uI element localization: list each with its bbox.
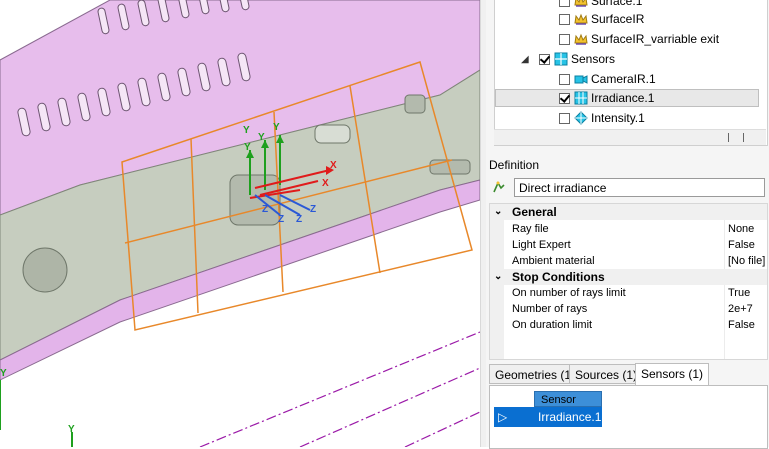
sensors-folder-icon xyxy=(554,52,568,66)
tree-item-label: SurfaceIR xyxy=(591,12,645,26)
property-value[interactable]: True xyxy=(728,285,750,301)
row-label: Irradiance.1 xyxy=(538,410,602,424)
axis-label-x: X xyxy=(322,178,329,189)
device-button xyxy=(404,94,426,114)
tree-item-intensity-1[interactable]: Intensity.1 xyxy=(559,109,645,127)
tree-item-surfaceir[interactable]: SurfaceIR xyxy=(559,10,644,28)
property-name: On duration limit xyxy=(512,319,593,331)
axis-label-x: X xyxy=(330,160,337,171)
axis-label-y: Y xyxy=(68,424,75,435)
property-value[interactable]: [No file] xyxy=(728,253,765,269)
property-name: Ray file xyxy=(512,223,549,235)
tree-item-label: SurfaceIR_varriable exit xyxy=(591,32,720,46)
property-row[interactable]: Light Expert False xyxy=(490,237,767,253)
category-label: Stop Conditions xyxy=(512,270,605,284)
tab-sensors[interactable]: Sensors (1) xyxy=(635,363,710,385)
tree-checkbox[interactable] xyxy=(559,112,570,124)
property-value[interactable]: False xyxy=(728,317,755,333)
table-row[interactable]: ▷ Irradiance.1 xyxy=(494,407,602,427)
axis-label-z: Z xyxy=(296,214,302,225)
axis-label-y: Y xyxy=(0,368,7,379)
device-button xyxy=(314,124,351,144)
sensor-table[interactable]: Sensor ▷ Irradiance.1 xyxy=(489,385,768,449)
camera-icon xyxy=(574,75,588,84)
axis-label-y: Y xyxy=(243,125,250,136)
right-panel: Surface.1 SurfaceIR SurfaceIR_varriable … xyxy=(486,0,769,449)
axis-label-y: Y xyxy=(273,122,280,133)
property-name: Ambient material xyxy=(512,255,595,267)
property-value[interactable]: 2e+7 xyxy=(728,301,753,317)
tree-checkbox[interactable] xyxy=(559,0,570,7)
definition-row: Direct irradiance xyxy=(489,178,766,199)
tree-checkbox[interactable] xyxy=(559,73,570,85)
category-label: General xyxy=(512,205,557,219)
property-row[interactable]: Number of rays 2e+7 xyxy=(490,301,767,317)
ground-line xyxy=(299,367,480,447)
tab-sources[interactable]: Sources (1) xyxy=(569,364,644,384)
axis-label-z: Z xyxy=(262,204,268,215)
ground-line xyxy=(404,411,480,447)
tree-horizontal-scrollbar[interactable] xyxy=(494,129,766,145)
tree-item-label: CameraIR.1 xyxy=(591,72,656,86)
3d-viewport[interactable]: Y Y Y Y X X Z Z Z Z Y Y xyxy=(0,0,480,447)
property-row[interactable]: Ambient material [No file] xyxy=(490,253,767,269)
tree-checkbox[interactable] xyxy=(559,13,570,25)
tree-item-irradiance-1[interactable]: Irradiance.1 xyxy=(495,89,759,107)
tab-geometries[interactable]: Geometries (1) xyxy=(489,364,582,384)
definition-title: Definition xyxy=(489,158,540,172)
collapse-arrow-icon[interactable]: ◢ xyxy=(521,55,531,65)
row-pointer-icon: ▷ xyxy=(498,410,508,424)
property-row[interactable]: On duration limit False xyxy=(490,317,767,333)
tree-item-label: Surface.1 xyxy=(591,0,643,8)
collapse-chevron-icon[interactable]: ⌄ xyxy=(494,269,502,285)
scene-tree[interactable]: Surface.1 SurfaceIR SurfaceIR_varriable … xyxy=(494,0,768,146)
property-value[interactable]: False xyxy=(728,237,755,253)
definition-field[interactable]: Direct irradiance xyxy=(514,178,765,197)
axis-label-z: Z xyxy=(278,214,284,225)
intensity-sensor-icon xyxy=(574,111,588,125)
property-row[interactable]: Ray file None xyxy=(490,221,767,237)
definition-icon xyxy=(493,181,505,193)
property-value[interactable]: None xyxy=(728,221,754,237)
tree-checkbox[interactable] xyxy=(539,53,550,65)
property-row[interactable]: On number of rays limit True xyxy=(490,285,767,301)
axis-label-z: Z xyxy=(310,204,316,215)
tree-item-surface-1[interactable]: Surface.1 xyxy=(559,0,642,10)
crown-surface-icon xyxy=(574,13,588,25)
device-lens xyxy=(22,247,68,293)
tree-item-surfaceir-varriable-exit[interactable]: SurfaceIR_varriable exit xyxy=(559,30,719,48)
collapse-chevron-icon[interactable]: ⌄ xyxy=(494,204,502,220)
tree-item-label: Intensity.1 xyxy=(591,111,645,125)
category-stop-conditions[interactable]: ⌄ Stop Conditions xyxy=(490,269,767,285)
tree-item-camerair-1[interactable]: CameraIR.1 xyxy=(559,70,656,88)
tree-item-sensors[interactable]: Sensors xyxy=(539,50,615,68)
property-grid[interactable]: ⌄ General Ray file None Light Expert False… xyxy=(489,203,768,360)
crown-surface-icon xyxy=(574,0,588,7)
viewport-scene: Y Y Y Y X X Z Z Z Z Y Y xyxy=(0,0,480,447)
column-header-sensor[interactable]: Sensor xyxy=(534,391,602,407)
property-name: Number of rays xyxy=(512,303,588,315)
tree-checkbox[interactable] xyxy=(559,33,570,45)
property-name: Light Expert xyxy=(512,239,571,251)
tree-item-label: Irradiance.1 xyxy=(591,91,655,105)
tree-item-label: Sensors xyxy=(571,52,616,66)
tree-checkbox[interactable] xyxy=(559,92,570,104)
bottom-tabs: Geometries (1) Sources (1) Sensors (1) xyxy=(489,363,766,385)
property-name: On number of rays limit xyxy=(512,287,626,299)
axis-label-y: Y xyxy=(258,132,265,143)
scrollbar-thumb-grip[interactable] xyxy=(728,133,744,142)
axis-label-y: Y xyxy=(244,142,251,153)
crown-surface-icon xyxy=(574,33,588,45)
irradiance-sensor-icon xyxy=(574,91,588,105)
category-general[interactable]: ⌄ General xyxy=(490,204,767,220)
